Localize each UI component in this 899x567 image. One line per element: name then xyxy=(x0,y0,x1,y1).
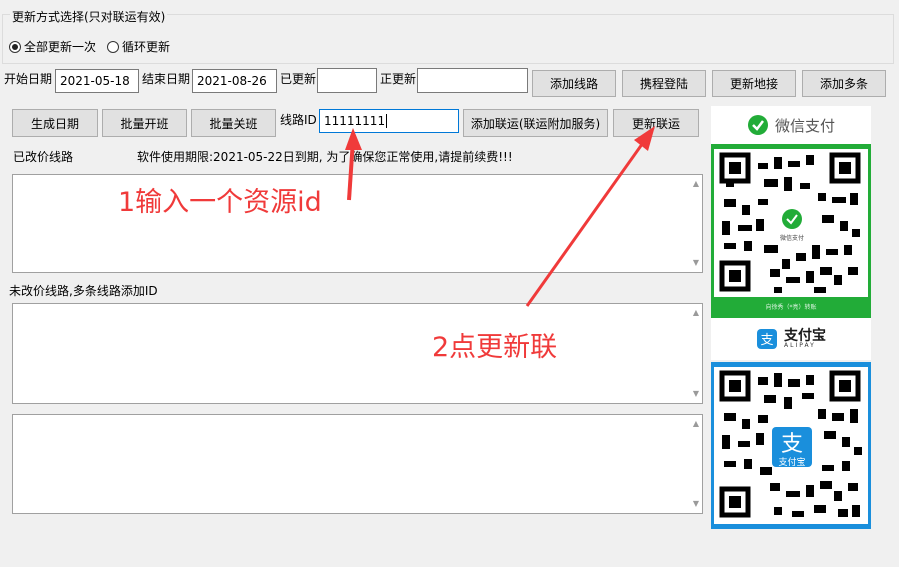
alipay-badge: 支付宝 xyxy=(778,458,806,468)
wechat-pay-panel: 微信支付 微信支付 向徐秀（*亮）转账 xyxy=(711,106,871,318)
svg-text:支: 支 xyxy=(760,333,773,348)
wechat-header: 微信支付 xyxy=(711,106,871,144)
wechat-caption: 向徐秀（*亮）转账 xyxy=(765,304,817,311)
wechat-title: 微信支付 xyxy=(774,116,835,135)
wechat-qr-code: 微信支付 xyxy=(714,149,868,297)
alipay-panel: 支 支付宝 xyxy=(711,362,871,529)
wechat-pay-icon xyxy=(747,115,768,135)
alipay-qr-code: 支 支付宝 xyxy=(714,367,868,524)
alipay-title: 支付宝 xyxy=(784,328,826,344)
arrow-to-route-id xyxy=(345,128,362,201)
svg-text:支: 支 xyxy=(781,432,803,457)
alipay-header: 支 支付宝 ALIPAY xyxy=(711,318,871,360)
alipay-qr-pattern: 支 xyxy=(719,370,862,518)
wechat-badge: 微信支付 xyxy=(779,235,804,242)
arrow-to-update-lianyun xyxy=(525,126,655,307)
wechat-qr-pattern xyxy=(719,152,861,293)
alipay-icon: 支 xyxy=(757,329,777,349)
alipay-subtitle: ALIPAY xyxy=(784,342,816,349)
